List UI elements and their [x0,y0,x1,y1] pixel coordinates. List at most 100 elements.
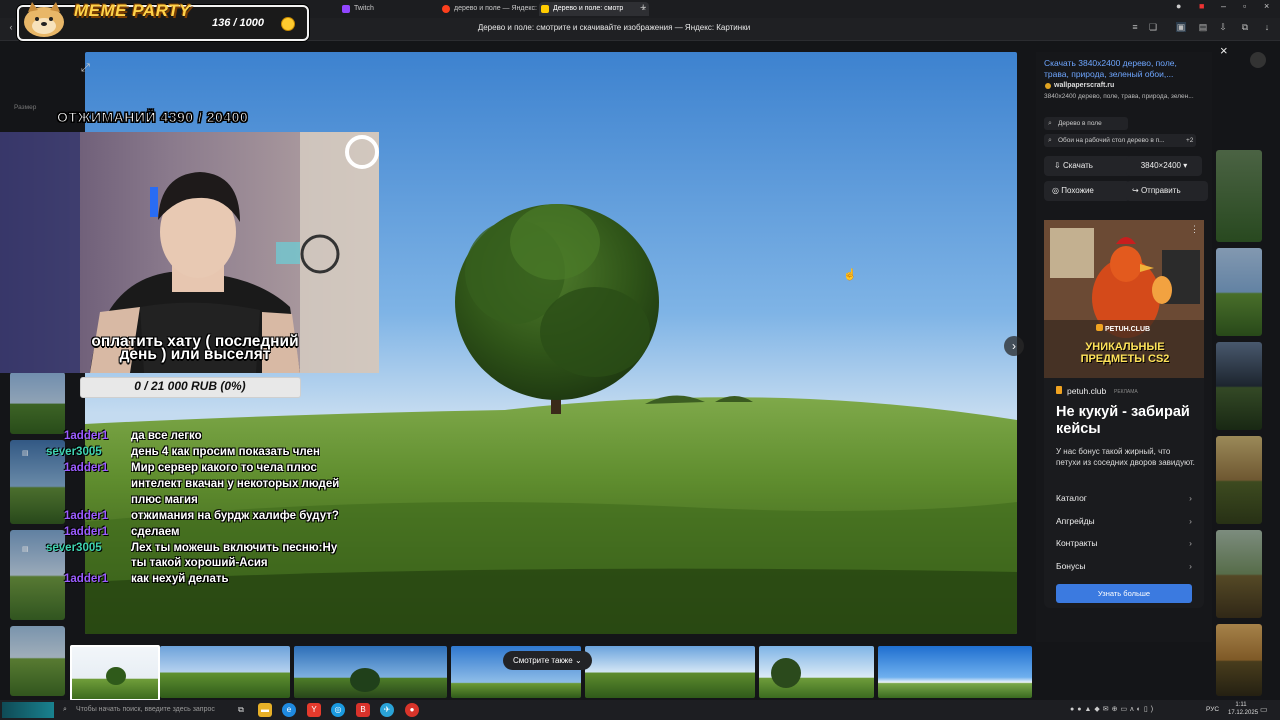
taskbar-search-input[interactable]: ⌕ Чтобы начать поиск, введите здесь запр… [62,702,244,718]
petuh-logo-icon [1056,386,1062,394]
chat-message: интелект вкачан у некоторых людей [131,478,340,490]
similar-button[interactable]: ◎ Похожие [1044,181,1130,201]
share-icon: ↪ [1132,186,1139,195]
pushups-counter: ОТЖИМАНИЙ 4390 / 20400 [56,109,249,126]
tab-yandex-search[interactable]: дерево и поле — Яндекс: [440,2,546,16]
chat-message: Лех ты можешь включить песню:Ну [131,542,338,554]
extension-icon[interactable]: ▣ [1176,22,1186,32]
bookmark-icon[interactable]: ❏ [1148,22,1158,32]
file-explorer-icon[interactable]: ▬ [258,703,272,717]
thumbnail[interactable] [759,646,874,698]
tab-twitch-2[interactable]: Twitch [340,2,444,16]
chevron-down-icon: ▾ [1183,161,1188,170]
clock[interactable]: 1:11 17.12.2025 [1228,701,1258,717]
start-button[interactable] [2,702,54,718]
image-source-link[interactable]: Скачать 3840x2400 дерево, поле, трава, п… [1044,58,1204,80]
edge-icon[interactable]: e [282,703,296,717]
next-image-button[interactable]: › [1004,336,1024,356]
notification-icon[interactable]: ■ [1199,1,1204,11]
image-description: 3840x2400 дерево, поле, трава, природа, … [1044,93,1194,100]
thumbnail[interactable] [160,646,290,698]
size-filter[interactable]: Размер [14,104,36,111]
app-icon[interactable]: ◎ [331,703,345,717]
chat-message: да все легко [131,430,202,442]
language-indicator[interactable]: РУС [1206,706,1219,713]
screenshot-icon[interactable]: ▤ [1198,22,1208,32]
ad-menu-icon[interactable]: ⋮ [1190,224,1199,235]
similar-icon: ◎ [1052,186,1059,195]
chat-username: sever3005 [46,542,102,554]
expand-icon[interactable]: ⤢ [81,62,90,75]
collections-icon[interactable]: ⧉ [1240,22,1250,32]
close-viewer-button[interactable]: × [1220,43,1228,58]
background-thumb[interactable] [1216,150,1262,242]
telegram-icon[interactable]: ✈ [380,703,394,717]
thumbnail-current[interactable] [70,645,160,701]
ad-brand[interactable]: petuh.club [1067,386,1106,396]
chevron-right-icon: › [1189,561,1192,571]
yandex-browser-icon[interactable]: Y [307,703,321,717]
notifications-icon[interactable]: ▭ [1260,705,1268,714]
background-thumb[interactable] [1216,436,1262,524]
ad-image-caption: УНИКАЛЬНЫЕ ПРЕДМЕТЫ CS2 [1080,341,1170,365]
downloads-icon[interactable]: ⇩ [1218,22,1228,32]
system-tray-icons[interactable]: ●●▲◆✉⊕▭ʌ◐▯) [1070,705,1156,713]
chat-username: 1adder1 [64,430,109,442]
donation-goal-text: оплатить хату ( последний день ) или выс… [91,333,299,363]
mod-badge-icon: ▤ [22,546,29,553]
search-icon: ⌕ [1048,120,1052,127]
background-thumb[interactable] [10,372,65,434]
ad-link-bonuses[interactable]: Бонусы › [1056,561,1192,571]
app-icon[interactable]: B [356,703,370,717]
thumbnail[interactable] [294,646,447,698]
learn-more-button[interactable]: Узнать больше [1056,584,1192,603]
new-tab-button[interactable]: + [640,2,646,14]
background-thumb[interactable] [1216,342,1262,430]
download-button[interactable]: ⇩ Скачать [1044,156,1132,176]
ad-tag: РЕКЛАМА [1114,389,1138,395]
tab-yandex-images[interactable]: Дерево и поле: смотр × [539,2,649,16]
chat-username: sever3005 [46,446,102,458]
chat-message: ты такой хороший-Асия [131,557,268,569]
doge-logo-icon [20,2,68,38]
chat-message: день 4 как просим показать член [131,446,320,458]
search-chip[interactable]: ⌕ Дерево в поле [1044,117,1128,130]
minimize-icon[interactable]: – [1221,1,1226,11]
search-chip[interactable]: ⌕ Обои на рабочий стол дерево в п... [1044,134,1188,147]
obs-icon[interactable]: ● [405,703,419,717]
ad-title[interactable]: Не кукуй - забирай кейсы [1056,404,1200,438]
close-window-icon[interactable]: × [1264,1,1269,11]
thumbnail[interactable] [585,646,755,698]
background-thumb[interactable] [1216,624,1262,696]
site-favicon-icon [1045,83,1051,89]
resolution-select[interactable]: 3840×2400 ▾ [1126,156,1202,176]
download-icon[interactable]: ↓ [1262,22,1272,32]
ad-link-contracts[interactable]: Контракты › [1056,538,1192,548]
profile-icon[interactable]: ● [1176,1,1181,11]
ad-link-upgrades[interactable]: Апгрейды › [1056,516,1192,526]
meme-party-title: MEME PARTY [74,1,191,20]
ad-body: У нас бонус такой жирный, что петухи из … [1056,447,1195,467]
chat-message: как нехуй делать [131,573,229,585]
thumbnail[interactable] [878,646,1032,698]
background-thumb[interactable] [1216,530,1262,618]
share-button[interactable]: ↪ Отправить [1126,181,1208,201]
chevron-right-icon: › [1189,493,1192,503]
petuh-logo-icon [1096,324,1103,331]
more-chips-button[interactable]: +2 [1182,134,1196,147]
see-also-button[interactable]: Смотрите также ⌄ [503,651,592,670]
mod-badge-icon: ▤ [22,450,29,457]
background-thumb[interactable] [1216,248,1262,336]
yandex-icon [442,5,450,13]
meme-party-count: 136 / 1000 [212,17,264,29]
donation-goal-label: 0 / 21 000 RUB (0%) [134,379,246,393]
avatar[interactable] [1250,52,1266,68]
maximize-icon[interactable]: ▫ [1243,1,1246,11]
ad-link-catalog[interactable]: Каталог › [1056,493,1192,503]
chat-message: Мир сервер какого то чела плюс [131,462,317,474]
chat-username: 1adder1 [64,510,109,522]
source-domain[interactable]: wallpaperscraft.ru [1054,82,1114,89]
sort-icon[interactable]: ≡ [1130,22,1140,32]
task-view-icon[interactable]: ⧉ [234,703,248,717]
background-thumb[interactable] [10,626,65,696]
